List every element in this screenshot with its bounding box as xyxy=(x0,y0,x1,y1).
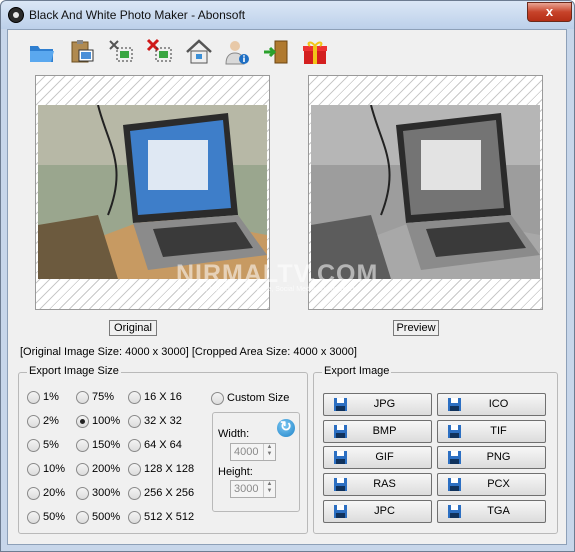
export-bmp-button[interactable]: BMP xyxy=(323,420,432,443)
spin-up-icon[interactable]: ▲ xyxy=(264,481,275,488)
image-size-info: [Original Image Size: 4000 x 3000] [Crop… xyxy=(20,346,357,358)
gift-icon[interactable] xyxy=(300,37,330,67)
original-label: Original xyxy=(109,320,157,336)
export-png-button[interactable]: PNG xyxy=(437,446,546,469)
spin-down-icon[interactable]: ▼ xyxy=(264,488,275,495)
export-gif-button[interactable]: GIF xyxy=(323,446,432,469)
spin-down-icon[interactable]: ▼ xyxy=(264,451,275,458)
title-bar[interactable]: Black And White Photo Maker - Abonsoft x xyxy=(1,1,574,29)
export-tga-button[interactable]: TGA xyxy=(437,500,546,523)
clipboard-photo-icon[interactable] xyxy=(67,37,97,67)
preview-photo xyxy=(311,105,540,279)
original-photo xyxy=(38,105,267,279)
export-jpg-button[interactable]: JPG xyxy=(323,393,432,416)
width-stepper[interactable]: 4000 ▲ ▼ xyxy=(230,443,276,461)
refresh-icon[interactable] xyxy=(277,418,295,437)
app-icon xyxy=(8,7,24,23)
crop-image-icon[interactable] xyxy=(106,37,136,67)
export-jpc-button[interactable]: JPC xyxy=(323,500,432,523)
watermark-subtext: Tech Tips, Windows, Freeware, Social Med… xyxy=(176,286,355,293)
close-button[interactable]: x xyxy=(527,2,572,22)
home-icon[interactable] xyxy=(184,37,214,67)
export-image-title: Export Image xyxy=(322,365,392,377)
export-pcx-button[interactable]: PCX xyxy=(437,473,546,496)
export-image-size-title: Export Image Size xyxy=(27,365,121,377)
spin-up-icon[interactable]: ▲ xyxy=(264,444,275,451)
user-info-icon[interactable] xyxy=(222,37,252,67)
open-folder-icon[interactable] xyxy=(27,37,57,67)
exit-door-icon[interactable] xyxy=(261,37,291,67)
export-ico-button[interactable]: ICO xyxy=(437,393,546,416)
export-tif-button[interactable]: TIF xyxy=(437,420,546,443)
height-label: Height: xyxy=(218,466,253,478)
height-stepper[interactable]: 3000 ▲ ▼ xyxy=(230,480,276,498)
window-title: Black And White Photo Maker - Abonsoft xyxy=(29,8,246,22)
width-label: Width: xyxy=(218,428,250,440)
watermark-text: NIRMALTV.COM xyxy=(176,260,379,288)
preview-label: Preview xyxy=(393,320,439,336)
export-ras-button[interactable]: RAS xyxy=(323,473,432,496)
delete-image-icon[interactable] xyxy=(145,37,175,67)
